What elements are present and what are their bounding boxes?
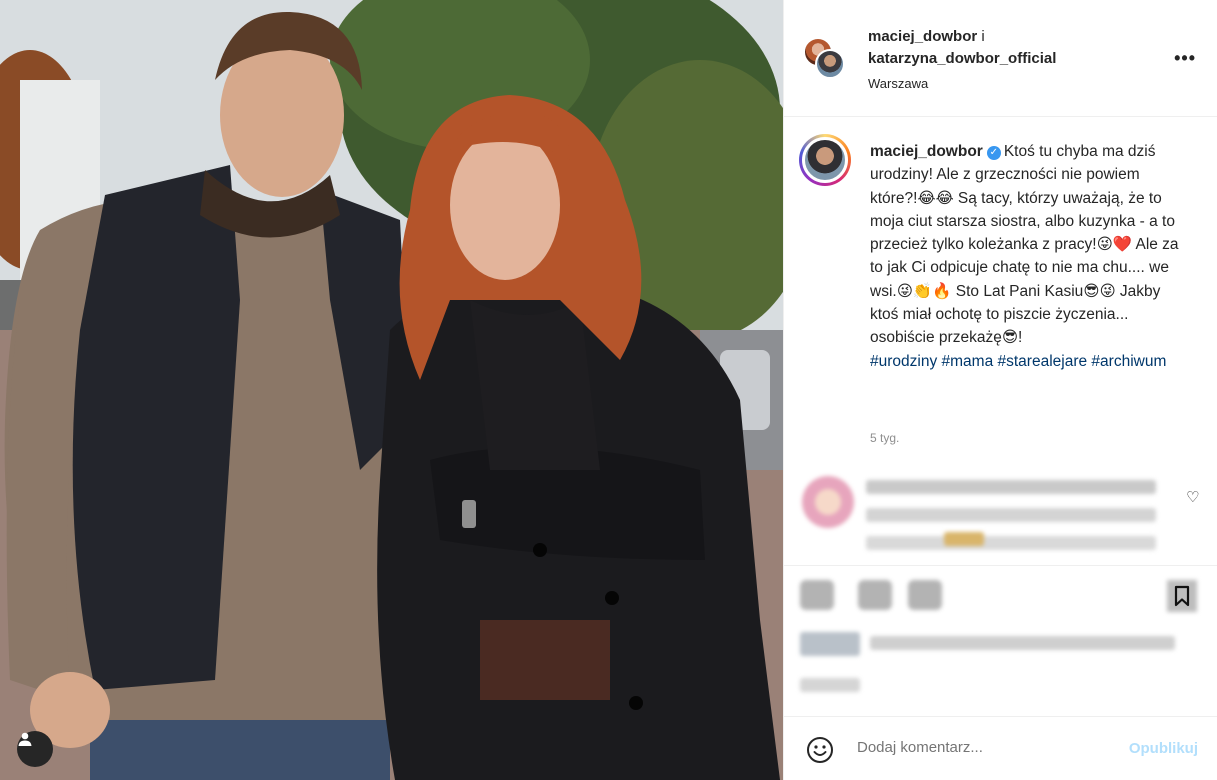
- username-link[interactable]: maciej_dowbor: [868, 28, 977, 45]
- caption-username[interactable]: maciej_dowbor: [870, 143, 983, 160]
- post-photo[interactable]: [0, 0, 783, 780]
- share-icon[interactable]: [908, 580, 942, 610]
- publish-button[interactable]: Opublikuj: [1129, 740, 1198, 757]
- verified-badge-icon: ✓: [986, 146, 1001, 160]
- conjunction: i: [977, 28, 985, 45]
- post-side-panel: maciej_dowbor i katarzyna_dowbor_officia…: [783, 0, 1217, 780]
- blurred-likes-summary: [800, 626, 1200, 696]
- username-link[interactable]: katarzyna_dowbor_official: [868, 50, 1056, 67]
- avatar[interactable]: [815, 49, 845, 79]
- tagged-users-button[interactable]: [17, 731, 53, 767]
- collab-usernames: maciej_dowbor i katarzyna_dowbor_officia…: [868, 26, 1056, 70]
- caption-body: Ktoś tu chyba ma dziś urodziny! Ale z gr…: [870, 143, 1179, 347]
- author-avatar[interactable]: [799, 134, 851, 186]
- more-options-icon[interactable]: •••: [1174, 48, 1196, 69]
- hashtags[interactable]: #urodziny #mama #starealejare #archiwum: [870, 353, 1166, 370]
- like-comment-heart-icon[interactable]: ♡: [1186, 488, 1199, 506]
- add-comment-bar: Opublikuj: [784, 716, 1217, 780]
- emoji-icon[interactable]: [805, 735, 835, 765]
- caption-block: maciej_dowbor ✓ Ktoś tu chyba ma dziś urod…: [784, 118, 1217, 458]
- bookmark-icon[interactable]: [1167, 580, 1197, 612]
- comment-icon[interactable]: [858, 580, 892, 610]
- photo-illustration: [0, 0, 783, 780]
- avatar: [802, 137, 848, 183]
- location-link[interactable]: Warszawa: [868, 76, 928, 91]
- post-header: maciej_dowbor i katarzyna_dowbor_officia…: [784, 0, 1217, 117]
- post-timestamp[interactable]: 5 tyg.: [870, 431, 899, 445]
- blurred-comment: [784, 466, 1217, 562]
- comment-input[interactable]: [857, 739, 1097, 756]
- like-icon[interactable]: [800, 580, 834, 610]
- user-icon: [18, 732, 32, 746]
- post-actions: [784, 565, 1217, 715]
- avatar: [802, 476, 854, 528]
- caption-text: maciej_dowbor ✓ Ktoś tu chyba ma dziś urod…: [870, 140, 1188, 373]
- collab-avatars[interactable]: [803, 37, 847, 81]
